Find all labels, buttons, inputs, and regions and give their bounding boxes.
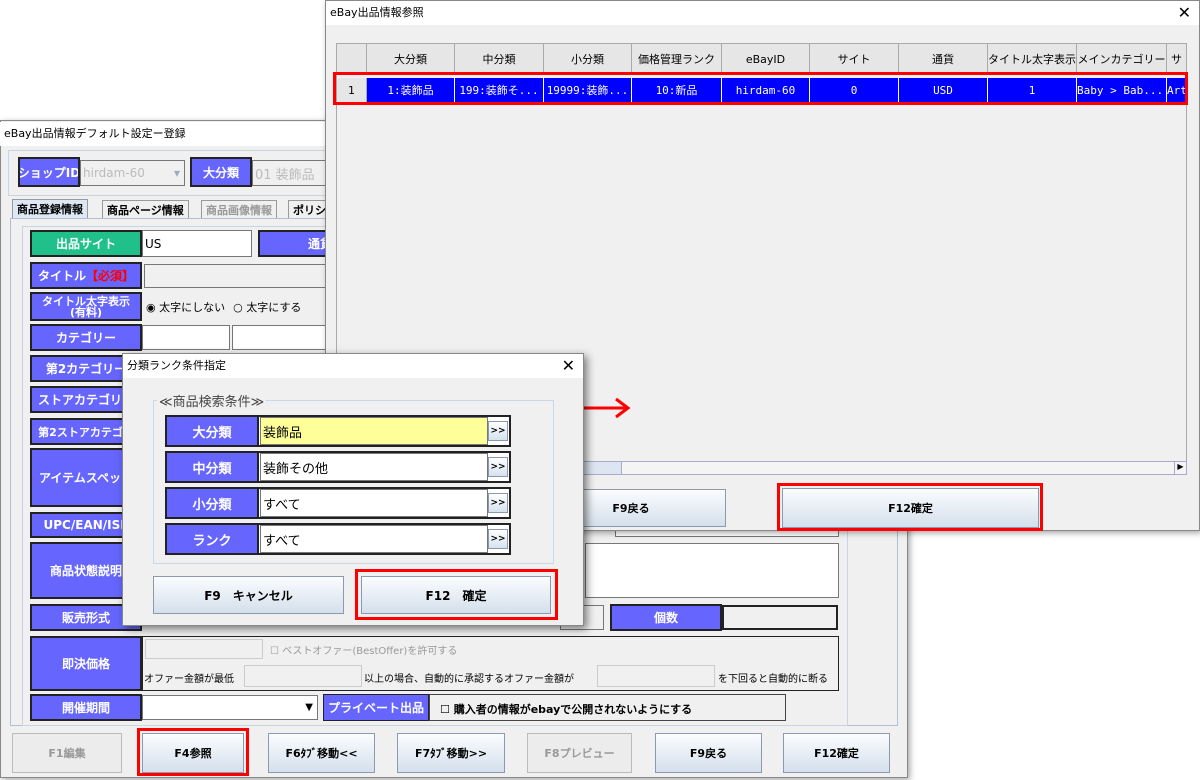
chevron-down-icon[interactable]: ▾: [174, 166, 180, 180]
f4-reference-button[interactable]: F4参照: [142, 733, 244, 773]
offer-text-min: オファー金額が最低: [144, 674, 234, 685]
grid-cell[interactable]: 10:新品: [632, 78, 722, 102]
condition-label: 大分類: [165, 415, 259, 447]
default-settings-title: eBay出品情報デフォルト設定ー登録: [0, 122, 325, 146]
browse-button[interactable]: >>: [488, 421, 508, 441]
shop-id-combo[interactable]: hirdam-60 ▾: [80, 160, 185, 186]
quantity-field[interactable]: [722, 605, 838, 630]
title-label: タイトル 【必須】: [30, 262, 142, 289]
condition-textarea[interactable]: [585, 543, 839, 598]
grid-cell[interactable]: 0: [810, 78, 899, 102]
chevron-down-icon[interactable]: ▼: [305, 702, 313, 713]
classification-rank-dialog: 分類ランク条件指定 ✕ ≪商品検索条件≫ 大分類 装飾品 >> 中分類 装飾その他 >> 小分…: [122, 353, 584, 626]
tab-product-registration[interactable]: 商品登録情報: [12, 199, 88, 219]
close-icon[interactable]: ✕: [562, 354, 575, 378]
dialog-confirm-button[interactable]: F12 確定: [361, 576, 551, 614]
reference-f12-confirm-button[interactable]: F12確定: [782, 488, 1039, 528]
grid-corner: [337, 44, 367, 74]
f8-preview-button[interactable]: F8プレビュー: [527, 733, 632, 773]
category-row-label: カテゴリー: [30, 324, 142, 351]
radio-no-bold[interactable]: ◉ 太字にしない: [146, 299, 225, 315]
site-field[interactable]: US: [142, 230, 252, 257]
duration-label: 開催期間: [30, 694, 142, 721]
category-label: 大分類: [190, 157, 252, 187]
best-offer-checkbox[interactable]: ☐ ベストオファー(BestOffer)を許可する: [270, 642, 457, 657]
grid-cell[interactable]: 1:装飾品: [367, 78, 455, 102]
column-header[interactable]: 通貨: [899, 44, 988, 74]
f1-edit-button[interactable]: F1編集: [12, 733, 122, 773]
condition-field[interactable]: 装飾品: [260, 417, 488, 445]
condition-label: 中分類: [165, 451, 259, 483]
grid-cell[interactable]: Baby > Bab...: [1077, 78, 1167, 102]
tab-product-images[interactable]: 商品画像情報: [201, 200, 277, 218]
reference-title: eBay出品情報参照 ✕: [326, 1, 1199, 25]
tab-product-page[interactable]: 商品ページ情報: [102, 200, 189, 218]
browse-button[interactable]: >>: [488, 493, 508, 513]
offer-text-accept: 以上の場合、自動的に承認するオファー金額が: [364, 674, 574, 685]
category-field[interactable]: 01 装飾品: [252, 160, 328, 186]
grid-cell[interactable]: 1: [988, 78, 1077, 102]
grid-cell[interactable]: 19999:装飾...: [544, 78, 632, 102]
column-header[interactable]: サ: [1167, 44, 1187, 74]
f6-tab-prev-button[interactable]: F6ﾀﾌﾞ移動<<: [268, 733, 375, 773]
row-number[interactable]: 1: [337, 78, 367, 102]
buy-now-label: 即決価格: [30, 636, 142, 691]
close-icon[interactable]: ✕: [1178, 1, 1191, 25]
duration-combo[interactable]: ▼: [142, 695, 318, 720]
bold-title-label: タイトル太字表示 (有料): [30, 292, 142, 321]
title-field[interactable]: [144, 264, 334, 288]
condition-field[interactable]: すべて: [260, 525, 488, 553]
dialog-cancel-button[interactable]: F9 キャンセル: [153, 576, 344, 614]
column-header[interactable]: 小分類: [544, 44, 632, 74]
condition-field[interactable]: 装飾その他: [260, 453, 488, 481]
scroll-right-arrow-icon[interactable]: ▶: [1174, 462, 1186, 474]
column-header[interactable]: 大分類: [367, 44, 455, 74]
grid-cell[interactable]: USD: [899, 78, 988, 102]
site-label: 出品サイト: [30, 230, 142, 257]
category-field-1[interactable]: [142, 325, 230, 350]
column-header[interactable]: タイトル太字表示: [988, 44, 1077, 74]
browse-button[interactable]: >>: [488, 529, 508, 549]
condition-field[interactable]: すべて: [260, 489, 488, 517]
column-header[interactable]: サイト: [810, 44, 899, 74]
offer-min-field[interactable]: [244, 665, 362, 687]
group-legend: ≪商品検索条件≫: [157, 391, 267, 410]
f12-confirm-button[interactable]: F12確定: [783, 733, 890, 773]
grid-cell[interactable]: Art: [1167, 78, 1187, 102]
column-header[interactable]: eBayID: [722, 44, 810, 74]
buy-now-price-field[interactable]: [145, 639, 263, 659]
private-listing-label: プライベート出品: [323, 694, 429, 721]
offer-decline-field[interactable]: [597, 665, 715, 687]
column-header[interactable]: 価格管理ランク: [632, 44, 722, 74]
condition-label: 小分類: [165, 487, 259, 519]
radio-bold[interactable]: ○ 太字にする: [233, 299, 301, 315]
category-field-2[interactable]: [232, 325, 332, 350]
column-header[interactable]: 中分類: [455, 44, 544, 74]
grid-cell[interactable]: 199:装飾そ...: [455, 78, 544, 102]
quantity-label: 個数: [610, 604, 722, 631]
private-listing-checkbox[interactable]: ☐ 購入者の情報がebayで公開されないようにする: [429, 694, 786, 721]
column-header[interactable]: メインカテゴリー: [1077, 44, 1167, 74]
grid-cell[interactable]: hirdam-60: [722, 78, 810, 102]
browse-button[interactable]: >>: [488, 457, 508, 477]
shop-id-label: ショップID: [18, 157, 80, 187]
f7-tab-next-button[interactable]: F7ﾀﾌﾞ移動>>: [397, 733, 505, 773]
offer-text-decline: を下回ると自動的に断る: [718, 674, 828, 685]
condition-label: ランク: [165, 523, 259, 555]
bold-title-options: ◉ 太字にしない ○ 太字にする: [146, 299, 301, 315]
dialog-title: 分類ランク条件指定 ✕: [123, 354, 583, 378]
f9-back-button[interactable]: F9戻る: [655, 733, 762, 773]
